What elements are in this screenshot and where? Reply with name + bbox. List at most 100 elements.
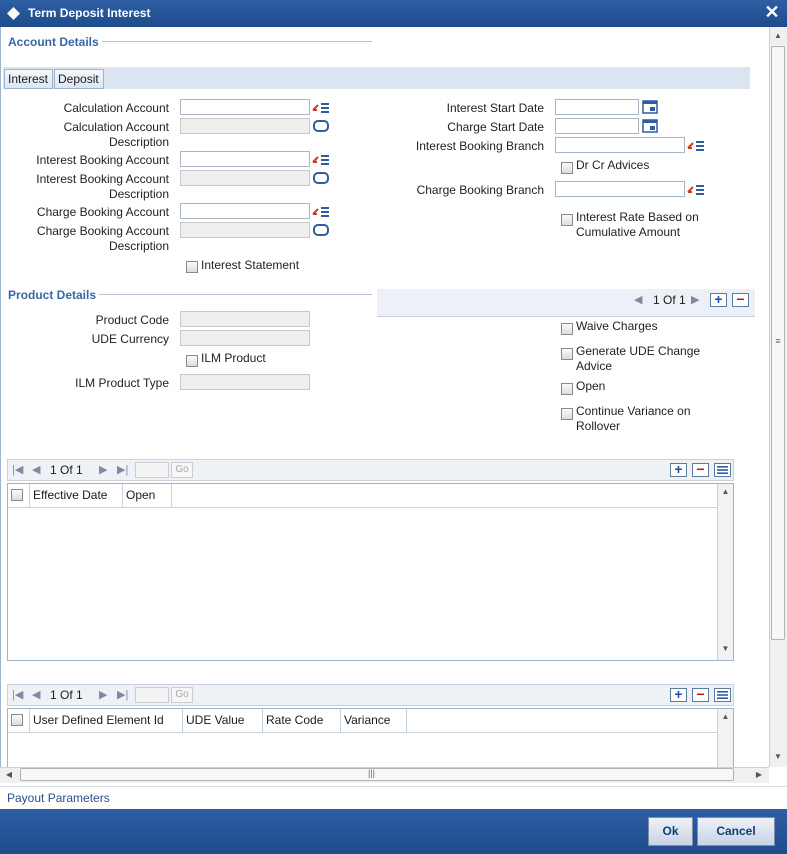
- ude-currency-input: [180, 330, 310, 346]
- grid2-page-input[interactable]: [135, 687, 169, 703]
- grid1-select-all-checkbox[interactable]: [11, 489, 23, 501]
- grid1-header: Effective Date Open: [8, 484, 717, 508]
- grid1-col-open[interactable]: Open: [123, 484, 172, 507]
- product-details-title: Product Details: [8, 288, 97, 302]
- calendar-icon[interactable]: [641, 100, 659, 114]
- main-hscroll-thumb[interactable]: [20, 768, 734, 781]
- prev-page-icon[interactable]: ◀: [32, 688, 40, 701]
- rate-cumulative-label: Interest Rate Based on: [576, 210, 699, 224]
- grid1-page-input[interactable]: [135, 462, 169, 478]
- scroll-left-icon[interactable]: ◀: [3, 770, 15, 779]
- charge-booking-account-input[interactable]: [180, 203, 310, 219]
- charge-booking-account-desc-label: Charge Booking Account: [36, 224, 169, 238]
- grid1-table: Effective Date Open ▲ ▼: [7, 483, 734, 661]
- interest-start-date-input[interactable]: [555, 99, 639, 115]
- refresh-icon[interactable]: [312, 119, 330, 133]
- grid2-col-ude-id[interactable]: User Defined Element Id: [30, 709, 183, 732]
- ilm-product-checkbox[interactable]: [186, 355, 198, 367]
- continue-variance-checkbox[interactable]: [561, 408, 573, 420]
- ilm-product-type-input: [180, 374, 310, 390]
- charge-start-date-input[interactable]: [555, 118, 639, 134]
- scroll-up-icon[interactable]: ▲: [718, 487, 733, 496]
- rate-cumulative-checkbox[interactable]: [561, 214, 573, 226]
- interest-booking-account-desc-label: Interest Booking Account: [36, 172, 169, 186]
- last-page-icon[interactable]: ▶|: [117, 688, 128, 701]
- delete-row-icon[interactable]: −: [692, 687, 709, 702]
- first-page-icon[interactable]: |◀: [12, 463, 23, 476]
- calculation-account-input[interactable]: [180, 99, 310, 115]
- first-page-icon[interactable]: |◀: [12, 688, 23, 701]
- tab-strip: [3, 67, 750, 89]
- add-row-icon[interactable]: +: [670, 687, 687, 702]
- grid1-col-effective-date[interactable]: Effective Date: [30, 484, 123, 507]
- delete-row-icon[interactable]: −: [692, 462, 709, 477]
- dr-cr-advices-label: Dr Cr Advices: [576, 158, 650, 172]
- charge-booking-account-desc-label-2: Description: [108, 239, 169, 253]
- scroll-down-icon[interactable]: ▼: [718, 644, 733, 653]
- calculation-account-desc-label: Calculation Account: [63, 120, 169, 134]
- account-details-title: Account Details: [8, 35, 99, 49]
- ilm-product-type-label: ILM Product Type: [75, 376, 169, 390]
- grid2-table: User Defined Element Id UDE Value Rate C…: [7, 708, 734, 767]
- grid2-col-rate-code[interactable]: Rate Code: [263, 709, 341, 732]
- next-page-icon[interactable]: ▶: [99, 463, 107, 476]
- calculation-account-label: Calculation Account: [63, 101, 169, 115]
- interest-statement-checkbox[interactable]: [186, 261, 198, 273]
- section-divider: [102, 41, 372, 42]
- waive-charges-checkbox[interactable]: [561, 323, 573, 335]
- scroll-up-icon[interactable]: ▲: [771, 31, 785, 40]
- close-icon[interactable]: ✕: [762, 2, 782, 22]
- lov-icon[interactable]: [312, 100, 330, 114]
- grid2-select-all-checkbox[interactable]: [11, 714, 23, 726]
- add-row-icon[interactable]: +: [670, 462, 687, 477]
- next-page-icon[interactable]: ▶: [99, 688, 107, 701]
- ilm-product-label: ILM Product: [201, 351, 266, 365]
- refresh-icon[interactable]: [312, 171, 330, 185]
- generate-ude-change-checkbox[interactable]: [561, 348, 573, 360]
- grid2-col-variance[interactable]: Variance: [341, 709, 407, 732]
- calculation-account-desc-input: [180, 118, 310, 134]
- lov-icon[interactable]: [312, 204, 330, 218]
- add-row-icon[interactable]: +: [710, 292, 727, 307]
- window-title: Term Deposit Interest: [28, 6, 151, 20]
- calendar-icon[interactable]: [641, 119, 659, 133]
- grid2-vscrollbar[interactable]: ▲: [717, 709, 733, 767]
- interest-booking-account-input[interactable]: [180, 151, 310, 167]
- charge-booking-account-label: Charge Booking Account: [36, 205, 169, 219]
- interest-booking-account-label: Interest Booking Account: [36, 153, 169, 167]
- grid2-col-ude-value[interactable]: UDE Value: [183, 709, 263, 732]
- charge-booking-account-desc-input: [180, 222, 310, 238]
- waive-charges-label: Waive Charges: [576, 319, 658, 333]
- scroll-up-icon[interactable]: ▲: [718, 712, 733, 721]
- prev-page-icon[interactable]: ◀: [32, 463, 40, 476]
- lov-icon[interactable]: [687, 182, 705, 196]
- delete-row-icon[interactable]: −: [732, 292, 749, 307]
- dr-cr-advices-checkbox[interactable]: [561, 162, 573, 174]
- lov-icon[interactable]: [687, 138, 705, 152]
- ok-button[interactable]: Ok: [648, 817, 693, 846]
- open-checkbox[interactable]: [561, 383, 573, 395]
- ude-currency-label: UDE Currency: [91, 332, 169, 346]
- charge-booking-branch-input[interactable]: [555, 181, 685, 197]
- list-view-icon[interactable]: [714, 688, 731, 702]
- scroll-down-icon[interactable]: ▼: [771, 752, 785, 761]
- grid2-go-button[interactable]: Go: [171, 687, 193, 703]
- cancel-button[interactable]: Cancel: [697, 817, 775, 846]
- grip-icon: |||: [368, 768, 376, 778]
- grid1-go-button[interactable]: Go: [171, 462, 193, 478]
- grid1-vscrollbar[interactable]: ▲ ▼: [717, 484, 733, 660]
- interest-booking-branch-input[interactable]: [555, 137, 685, 153]
- prev-page-icon[interactable]: ◀: [634, 293, 642, 306]
- list-view-icon[interactable]: [714, 463, 731, 477]
- refresh-icon[interactable]: [312, 223, 330, 237]
- tab-interest[interactable]: Interest: [4, 69, 53, 89]
- payout-parameters-link[interactable]: Payout Parameters: [7, 791, 110, 805]
- last-page-icon[interactable]: ▶|: [117, 463, 128, 476]
- grid1-select-all-cell: [8, 484, 30, 507]
- scroll-right-icon[interactable]: ▶: [753, 770, 765, 779]
- calculation-account-desc-label-2: Description: [108, 135, 169, 149]
- next-page-icon[interactable]: ▶: [691, 293, 699, 306]
- tab-deposit[interactable]: Deposit: [54, 69, 104, 89]
- lov-icon[interactable]: [312, 152, 330, 166]
- product-pager-text: 1 Of 1: [653, 293, 686, 307]
